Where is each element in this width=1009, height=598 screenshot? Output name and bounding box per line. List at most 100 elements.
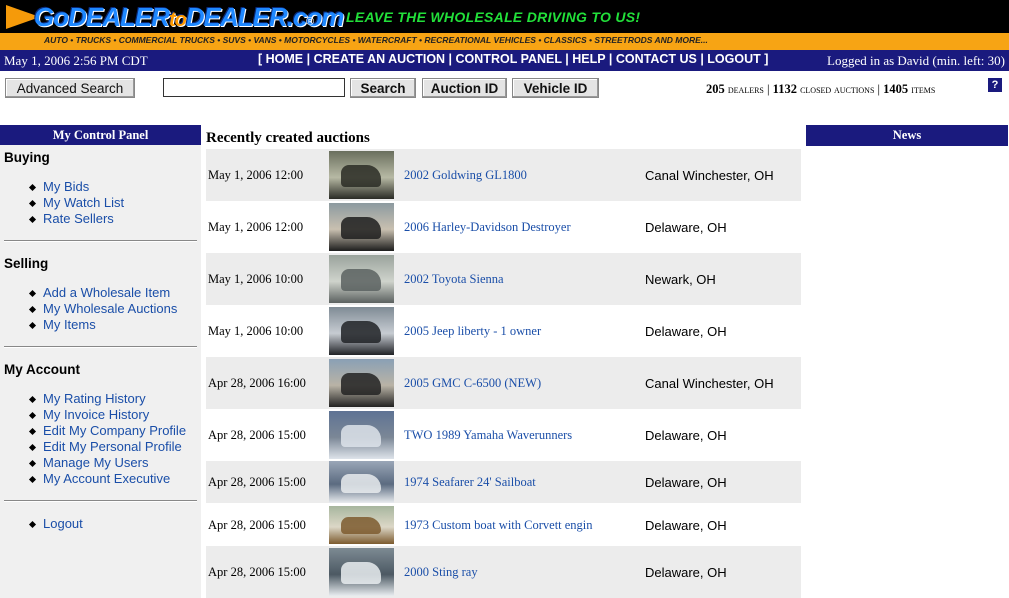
sidebar-item-rate-sellers[interactable]: Rate Sellers bbox=[30, 211, 114, 226]
nav-links: [ HOME | CREATE AN AUCTION | CONTROL PAN… bbox=[258, 52, 769, 66]
thumb-subject bbox=[341, 517, 381, 534]
auction-row[interactable]: Apr 28, 2006 15:00 1973 Custom boat with … bbox=[206, 503, 801, 546]
top-nav: May 1, 2006 2:56 PM CDT [ HOME | CREATE … bbox=[0, 50, 1009, 71]
auction-date: May 1, 2006 12:00 bbox=[208, 168, 304, 182]
items-label: items bbox=[911, 84, 936, 96]
sidebar-item-logout[interactable]: Logout bbox=[30, 516, 83, 531]
motorcycle-photo[interactable] bbox=[329, 151, 394, 199]
auction-row[interactable]: May 1, 2006 12:00 2002 Goldwing GL1800 Can… bbox=[206, 149, 801, 201]
thumb-subject bbox=[341, 562, 381, 584]
minivan-photo[interactable] bbox=[329, 255, 394, 303]
site-tagline: LEAVE THE WHOLESALE DRIVING TO US! bbox=[346, 9, 641, 25]
speedboat-photo[interactable] bbox=[329, 506, 394, 544]
thumb-subject bbox=[341, 474, 381, 493]
nav-contact-us[interactable]: CONTACT US bbox=[616, 52, 697, 66]
thumb-subject bbox=[341, 217, 381, 239]
nav-logout[interactable]: LOGOUT bbox=[707, 52, 760, 66]
vehicle-id-button[interactable]: Vehicle ID bbox=[512, 78, 599, 98]
help-icon[interactable]: ? bbox=[988, 78, 1002, 92]
auction-title-link[interactable]: 1973 Custom boat with Corvett engin bbox=[404, 518, 593, 533]
auction-location: Canal Winchester, OH bbox=[645, 376, 774, 391]
thumb-subject bbox=[341, 269, 381, 291]
auction-row[interactable]: May 1, 2006 10:00 2002 Toyota Sienna Newar… bbox=[206, 253, 801, 305]
auction-location: Delaware, OH bbox=[645, 428, 727, 443]
nav-home[interactable]: HOME bbox=[266, 52, 304, 66]
auction-row[interactable]: Apr 28, 2006 16:00 2005 GMC C-6500 (NEW) C… bbox=[206, 357, 801, 409]
control-panel-sidebar: My Control Panel Buying My Bids My Watch… bbox=[0, 125, 201, 598]
logged-in-user: Logged in as David (min. left: 30) bbox=[827, 53, 1005, 68]
auction-title-link[interactable]: 2006 Harley-Davidson Destroyer bbox=[404, 220, 571, 235]
sidebar-item-my-watch-list[interactable]: My Watch List bbox=[30, 195, 124, 210]
thumb-subject bbox=[341, 425, 381, 447]
category-bar: AUTO • TRUCKS • COMMERCIAL TRUCKS • SUVS… bbox=[0, 33, 1009, 50]
dealers-count: 205 bbox=[706, 82, 725, 96]
auction-id-button[interactable]: Auction ID bbox=[422, 78, 507, 98]
sidebar-item-edit-personal-profile[interactable]: Edit My Personal Profile bbox=[30, 439, 182, 454]
site-logo[interactable]: GoDEALERtoDEALER.com ® bbox=[6, 2, 344, 32]
sidebar-divider bbox=[4, 240, 197, 242]
header-top-bar: GoDEALERtoDEALER.com ® LEAVE THE WHOLESA… bbox=[0, 0, 1009, 33]
news-panel-title: News bbox=[806, 125, 1008, 146]
auction-date: May 1, 2006 10:00 bbox=[208, 324, 304, 338]
auction-row[interactable]: May 1, 2006 10:00 2005 Jeep liberty - 1 o… bbox=[206, 305, 801, 357]
sidebar-item-my-bids[interactable]: My Bids bbox=[30, 179, 89, 194]
nav-create-auction[interactable]: CREATE AN AUCTION bbox=[314, 52, 445, 66]
thumb-subject bbox=[341, 165, 381, 187]
sidebar-item-my-invoice-history[interactable]: My Invoice History bbox=[30, 407, 149, 422]
auction-location: Canal Winchester, OH bbox=[645, 168, 774, 183]
auction-row[interactable]: Apr 28, 2006 15:00 1974 Seafarer 24' Sail… bbox=[206, 461, 801, 503]
current-datetime: May 1, 2006 2:56 PM CDT bbox=[4, 53, 148, 68]
auction-date: Apr 28, 2006 15:00 bbox=[208, 518, 306, 532]
auction-row[interactable]: Apr 28, 2006 15:00 2000 Sting ray Delaware… bbox=[206, 546, 801, 598]
sidebar-item-add-wholesale-item[interactable]: Add a Wholesale Item bbox=[30, 285, 170, 300]
nav-help[interactable]: HELP bbox=[572, 52, 605, 66]
waverunner-photo[interactable] bbox=[329, 411, 394, 459]
auction-location: Delaware, OH bbox=[645, 565, 727, 580]
auction-location: Delaware, OH bbox=[645, 518, 727, 533]
recent-auctions-title: Recently created auctions bbox=[206, 130, 370, 146]
site-stats: 205 dealers | 1132 closed auctions | 140… bbox=[706, 82, 936, 96]
auction-row[interactable]: Apr 28, 2006 15:00 TWO 1989 Yamaha Waveru… bbox=[206, 409, 801, 461]
logo-wordmark: GoDEALERtoDEALER.com bbox=[34, 2, 344, 32]
auction-location: Delaware, OH bbox=[645, 475, 727, 490]
auction-title-link[interactable]: 2005 Jeep liberty - 1 owner bbox=[404, 324, 541, 339]
sidebar-item-edit-company-profile[interactable]: Edit My Company Profile bbox=[30, 423, 186, 438]
search-button[interactable]: Search bbox=[350, 78, 416, 98]
nav-control-panel[interactable]: CONTROL PANEL bbox=[456, 52, 562, 66]
auction-date: Apr 28, 2006 15:00 bbox=[208, 428, 306, 442]
auction-title-link[interactable]: 2002 Goldwing GL1800 bbox=[404, 168, 527, 183]
dumptruck-photo[interactable] bbox=[329, 359, 394, 407]
advanced-search-button[interactable]: Advanced Search bbox=[5, 78, 135, 98]
search-input[interactable] bbox=[163, 78, 345, 97]
section-buying-title: Buying bbox=[4, 150, 50, 165]
sailboat-photo[interactable] bbox=[329, 461, 394, 503]
closed-auctions-label: closed auctions bbox=[800, 84, 875, 96]
thumb-subject bbox=[341, 321, 381, 343]
sidebar-item-account-executive[interactable]: My Account Executive bbox=[30, 471, 170, 486]
auction-location: Delaware, OH bbox=[645, 220, 727, 235]
dealers-label: dealers bbox=[727, 84, 764, 96]
auction-date: Apr 28, 2006 16:00 bbox=[208, 376, 306, 390]
auction-title-link[interactable]: 1974 Seafarer 24' Sailboat bbox=[404, 475, 536, 490]
auction-title-link[interactable]: 2005 GMC C-6500 (NEW) bbox=[404, 376, 541, 391]
auction-title-link[interactable]: 2000 Sting ray bbox=[404, 565, 478, 580]
sidebar-title: My Control Panel bbox=[0, 125, 201, 145]
auction-title-link[interactable]: TWO 1989 Yamaha Waverunners bbox=[404, 428, 572, 443]
auction-title-link[interactable]: 2002 Toyota Sienna bbox=[404, 272, 504, 287]
sidebar-divider bbox=[4, 500, 197, 502]
items-count: 1405 bbox=[883, 82, 909, 96]
section-selling-title: Selling bbox=[4, 256, 49, 271]
sidebar-item-my-rating-history[interactable]: My Rating History bbox=[30, 391, 146, 406]
auction-row[interactable]: May 1, 2006 12:00 2006 Harley-Davidson De… bbox=[206, 201, 801, 253]
auction-date: May 1, 2006 10:00 bbox=[208, 272, 304, 286]
suv-photo[interactable] bbox=[329, 307, 394, 355]
dragbike-photo[interactable] bbox=[329, 203, 394, 251]
category-list: AUTO • TRUCKS • COMMERCIAL TRUCKS • SUVS… bbox=[44, 35, 708, 45]
boat-photo[interactable] bbox=[329, 548, 394, 596]
sidebar-divider bbox=[4, 346, 197, 348]
sidebar-item-my-items[interactable]: My Items bbox=[30, 317, 96, 332]
sidebar-item-my-wholesale-auctions[interactable]: My Wholesale Auctions bbox=[30, 301, 177, 316]
sidebar-item-manage-users[interactable]: Manage My Users bbox=[30, 455, 148, 470]
auction-location: Delaware, OH bbox=[645, 324, 727, 339]
auction-date: May 1, 2006 12:00 bbox=[208, 220, 304, 234]
